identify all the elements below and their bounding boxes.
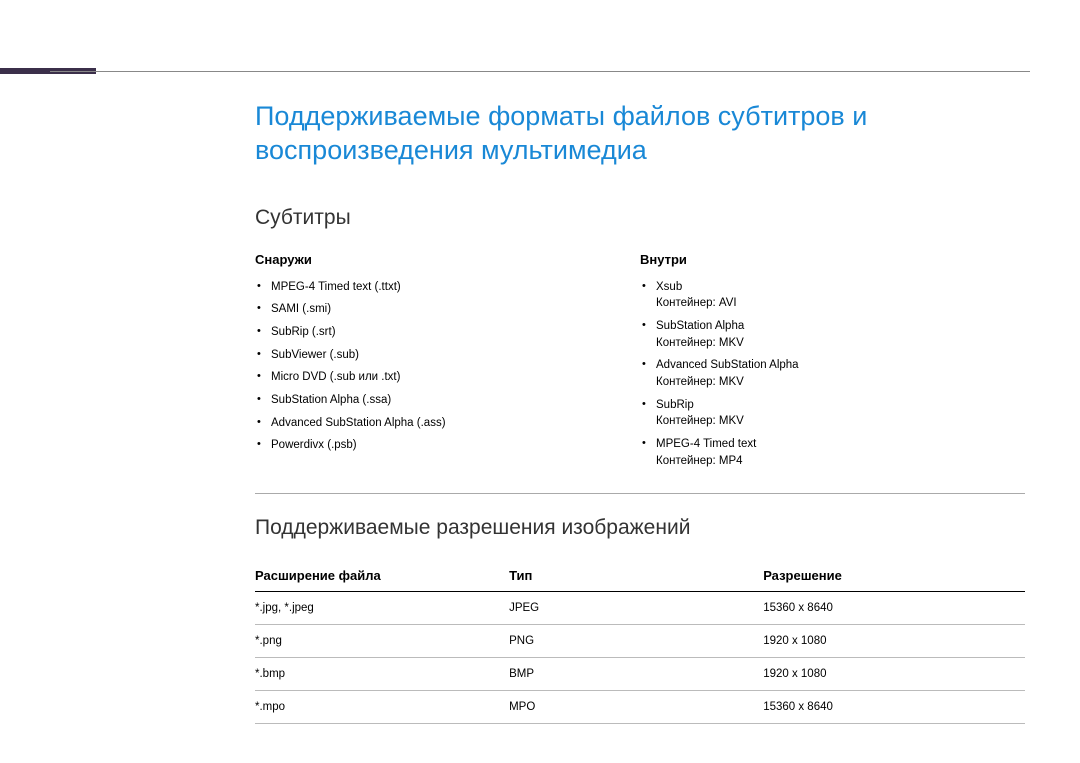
item-container: Контейнер: MP4 bbox=[656, 453, 1025, 470]
item-container: Контейнер: MKV bbox=[656, 335, 1025, 352]
list-item: SubStation Alpha (.ssa) bbox=[255, 392, 640, 409]
table-row: *.mpo MPO 15360 x 8640 bbox=[255, 691, 1025, 724]
item-container: Контейнер: MKV bbox=[656, 374, 1025, 391]
cell-ext: *.mpo bbox=[255, 691, 509, 724]
external-list: MPEG-4 Timed text (.ttxt) SAMI (.smi) Su… bbox=[255, 279, 640, 454]
item-name: Xsub bbox=[656, 281, 682, 293]
external-header: Снаружи bbox=[255, 252, 640, 267]
cell-res: 15360 x 8640 bbox=[763, 592, 1025, 625]
cell-ext: *.bmp bbox=[255, 658, 509, 691]
list-item: Xsub Контейнер: AVI bbox=[640, 279, 1025, 312]
internal-list: Xsub Контейнер: AVI SubStation Alpha Кон… bbox=[640, 279, 1025, 470]
cell-type: MPO bbox=[509, 691, 763, 724]
list-item: Micro DVD (.sub или .txt) bbox=[255, 369, 640, 386]
item-container: Контейнер: MKV bbox=[656, 413, 1025, 430]
list-item: Powerdivx (.psb) bbox=[255, 437, 640, 454]
subtitle-columns: Снаружи MPEG-4 Timed text (.ttxt) SAMI (… bbox=[255, 252, 1025, 476]
cell-ext: *.jpg, *.jpeg bbox=[255, 592, 509, 625]
cell-res: 1920 x 1080 bbox=[763, 625, 1025, 658]
page-content: Поддерживаемые форматы файлов субтитров … bbox=[255, 100, 1025, 724]
internal-header: Внутри bbox=[640, 252, 1025, 267]
cell-res: 1920 x 1080 bbox=[763, 658, 1025, 691]
list-item: MPEG-4 Timed text (.ttxt) bbox=[255, 279, 640, 296]
subtitles-heading: Субтитры bbox=[255, 206, 1025, 230]
table-row: *.jpg, *.jpeg JPEG 15360 x 8640 bbox=[255, 592, 1025, 625]
list-item: SubViewer (.sub) bbox=[255, 347, 640, 364]
cell-type: JPEG bbox=[509, 592, 763, 625]
cell-type: PNG bbox=[509, 625, 763, 658]
item-name: Advanced SubStation Alpha bbox=[656, 359, 799, 371]
table-row: *.bmp BMP 1920 x 1080 bbox=[255, 658, 1025, 691]
col-res: Разрешение bbox=[763, 562, 1025, 592]
external-column: Снаружи MPEG-4 Timed text (.ttxt) SAMI (… bbox=[255, 252, 640, 476]
list-item: MPEG-4 Timed text Контейнер: MP4 bbox=[640, 436, 1025, 469]
cell-type: BMP bbox=[509, 658, 763, 691]
section-divider bbox=[255, 493, 1025, 494]
item-container: Контейнер: AVI bbox=[656, 295, 1025, 312]
col-ext: Расширение файла bbox=[255, 562, 509, 592]
cell-ext: *.png bbox=[255, 625, 509, 658]
list-item: SubStation Alpha Контейнер: MKV bbox=[640, 318, 1025, 351]
item-name: SubStation Alpha bbox=[656, 320, 744, 332]
list-item: SubRip (.srt) bbox=[255, 324, 640, 341]
item-name: MPEG-4 Timed text bbox=[656, 438, 756, 450]
resolutions-heading: Поддерживаемые разрешения изображений bbox=[255, 516, 1025, 540]
cell-res: 15360 x 8640 bbox=[763, 691, 1025, 724]
list-item: SAMI (.smi) bbox=[255, 301, 640, 318]
internal-column: Внутри Xsub Контейнер: AVI SubStation Al… bbox=[640, 252, 1025, 476]
top-rule bbox=[50, 71, 1030, 72]
col-type: Тип bbox=[509, 562, 763, 592]
list-item: Advanced SubStation Alpha (.ass) bbox=[255, 415, 640, 432]
page-title: Поддерживаемые форматы файлов субтитров … bbox=[255, 100, 1025, 168]
table-row: *.png PNG 1920 x 1080 bbox=[255, 625, 1025, 658]
table-header-row: Расширение файла Тип Разрешение bbox=[255, 562, 1025, 592]
resolutions-table: Расширение файла Тип Разрешение *.jpg, *… bbox=[255, 562, 1025, 724]
list-item: Advanced SubStation Alpha Контейнер: MKV bbox=[640, 357, 1025, 390]
list-item: SubRip Контейнер: MKV bbox=[640, 397, 1025, 430]
item-name: SubRip bbox=[656, 399, 694, 411]
